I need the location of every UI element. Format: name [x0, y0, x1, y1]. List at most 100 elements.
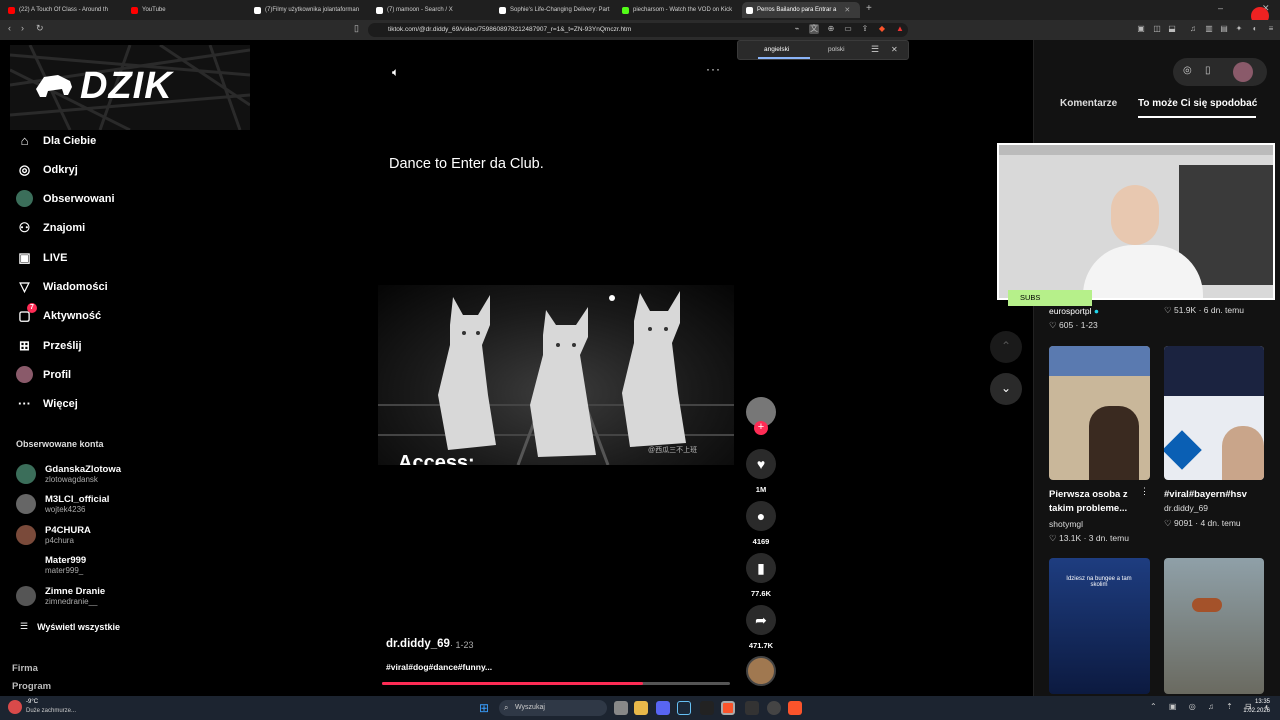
- footer-link-firma[interactable]: Firma: [12, 663, 38, 674]
- source-language-tab[interactable]: angielski: [764, 46, 789, 53]
- nav-live[interactable]: ▣ LIVE: [16, 249, 67, 266]
- nav-profil[interactable]: Profil: [16, 366, 71, 383]
- previous-video-button[interactable]: ⌃: [990, 331, 1022, 363]
- video-thumbnail[interactable]: Idziesz na bungee a tam skolim: [1049, 558, 1150, 694]
- item-title[interactable]: #viral#bayern#hsv: [1164, 488, 1272, 502]
- translate-icon[interactable]: 文: [809, 24, 819, 34]
- vpn-icon[interactable]: ◐: [1250, 24, 1260, 34]
- brave-icon[interactable]: [788, 701, 802, 715]
- tab-active[interactable]: Perros Bailando para Entrar a ✕: [742, 2, 860, 18]
- nav-odkryj[interactable]: ◎ Odkryj: [16, 161, 78, 178]
- nav-aktywnosc[interactable]: ▢ 7 Aktywność: [16, 303, 101, 324]
- video-author[interactable]: dr.diddy_69: [386, 638, 450, 650]
- device-icon[interactable]: ▯: [1205, 65, 1211, 76]
- obs-icon[interactable]: [767, 701, 781, 715]
- more-options-icon[interactable]: ···: [706, 62, 721, 76]
- user-avatar[interactable]: [1233, 62, 1253, 82]
- video-hashtags[interactable]: #viral#dog#dance#funny...: [386, 662, 492, 672]
- more-options-icon[interactable]: ⋮: [1140, 486, 1149, 497]
- target-language-tab[interactable]: polski: [828, 46, 845, 53]
- account-item[interactable]: Mater999 mater999_: [16, 555, 86, 575]
- youtube-icon: [8, 6, 15, 14]
- screen-icon[interactable]: ▭: [843, 24, 853, 34]
- nav-dla-ciebie[interactable]: ⌂ Dla Ciebie: [16, 132, 97, 149]
- more-icon: ···: [18, 396, 31, 411]
- account-item[interactable]: P4CHURA p4chura: [16, 525, 91, 545]
- video-thumbnail[interactable]: [1164, 346, 1264, 480]
- music-disc-icon[interactable]: [746, 656, 776, 686]
- forward-icon[interactable]: ›: [21, 23, 24, 33]
- file-explorer-icon[interactable]: [634, 701, 648, 715]
- rewards-icon[interactable]: ▲: [895, 24, 905, 34]
- logo[interactable]: DZIK: [10, 45, 250, 130]
- new-tab-button[interactable]: +: [866, 3, 872, 14]
- nav-obserwowani[interactable]: Obserwowani: [16, 190, 115, 207]
- weather-temp: -9°C: [26, 699, 39, 705]
- item-author[interactable]: shotymgl: [1049, 519, 1083, 529]
- share-button[interactable]: ➦: [746, 605, 776, 635]
- nav-wiecej[interactable]: ··· Więcej: [16, 395, 78, 412]
- nav-wiadomosci[interactable]: ▽ Wiadomości: [16, 278, 108, 295]
- menu-icon[interactable]: ≡: [1266, 24, 1276, 34]
- item-title[interactable]: Pierwsza osoba z takim probleme...: [1049, 488, 1145, 516]
- download-icon[interactable]: ⬓: [1167, 24, 1177, 34]
- weather-icon[interactable]: [8, 700, 22, 714]
- account-item[interactable]: GdanskaZlotowa zlotowagdansk: [16, 464, 121, 484]
- sidebar-toggle-icon[interactable]: ▥: [1204, 24, 1214, 34]
- close-tab-icon[interactable]: ✕: [844, 6, 850, 14]
- video-player[interactable]: Access: @西瓜三不上班: [378, 285, 734, 465]
- compass-icon[interactable]: ◎: [1183, 65, 1192, 76]
- webcam-frame-top: [999, 145, 1273, 155]
- back-icon[interactable]: ‹: [8, 23, 11, 33]
- tab-1[interactable]: (22) A Touch Of Class - Around th: [4, 2, 126, 18]
- steam-icon[interactable]: [677, 701, 691, 715]
- panel-toolbar: ◎ ▯: [1173, 58, 1267, 86]
- item-author[interactable]: eurosportpl ●: [1049, 306, 1099, 316]
- windows-start-icon[interactable]: ⊞: [479, 701, 489, 715]
- item-stats: ♡ 9091 · 4 dn. temu: [1164, 518, 1241, 528]
- account-item[interactable]: Zimne Dranie zimnedranie__: [16, 586, 105, 606]
- zoom-icon[interactable]: ⊕: [826, 24, 836, 34]
- next-video-button[interactable]: ⌄: [990, 373, 1022, 405]
- like-button[interactable]: ♥: [746, 449, 776, 479]
- volume-icon[interactable]: 🔈︎: [392, 65, 399, 80]
- nav-znajomi[interactable]: ⚇ Znajomi: [16, 219, 86, 236]
- cast-icon[interactable]: ⌁: [792, 24, 802, 34]
- comment-button[interactable]: ●: [746, 501, 776, 531]
- footer-link-program[interactable]: Program: [12, 681, 51, 692]
- puzzle-icon[interactable]: ✦: [1234, 24, 1244, 34]
- tab-5[interactable]: Sophie's Life-Changing Delivery: Part: [495, 2, 615, 18]
- save-button[interactable]: ▮: [746, 553, 776, 583]
- follow-plus-icon[interactable]: +: [754, 421, 768, 435]
- tab-recommended[interactable]: To może Ci się spodobać: [1138, 98, 1257, 109]
- show-all-link[interactable]: ☰ Wyświetl wszystkie: [20, 621, 120, 632]
- reading-list-icon[interactable]: ▤: [1219, 24, 1229, 34]
- minimize-button[interactable]: –: [1218, 3, 1223, 13]
- reload-icon[interactable]: ↻: [36, 23, 44, 34]
- nav-przeslij[interactable]: ⊞ Prześlij: [16, 337, 81, 354]
- video-thumbnail[interactable]: [1164, 558, 1264, 694]
- brave-taskbar-icon[interactable]: [721, 701, 735, 715]
- brave-shield-icon[interactable]: ◆: [877, 24, 887, 34]
- discord-icon[interactable]: [656, 701, 670, 715]
- tab-6[interactable]: piecharsom - Watch the VOD on Kick: [618, 2, 738, 18]
- task-view-icon[interactable]: [614, 701, 628, 715]
- account-item[interactable]: M3LCI_official wojtek4236: [16, 494, 109, 514]
- tab-3[interactable]: (7)Filmy użytkownika jolantaforman: [250, 2, 370, 18]
- video-thumbnail[interactable]: [1049, 346, 1150, 480]
- app-icon[interactable]: [745, 701, 759, 715]
- wallet-icon[interactable]: ◫: [1152, 24, 1162, 34]
- tab-komentarze[interactable]: Komentarze: [1060, 98, 1117, 109]
- options-icon[interactable]: ☰: [871, 44, 879, 55]
- app-icon[interactable]: [700, 701, 714, 715]
- item-author[interactable]: dr.diddy_69: [1164, 503, 1208, 513]
- close-icon[interactable]: ✕: [891, 45, 898, 54]
- tab-4[interactable]: (7) mamoon - Search / X: [372, 2, 492, 18]
- extension-icon[interactable]: ▣: [1136, 24, 1146, 34]
- bookmark-icon[interactable]: ▯: [354, 23, 359, 34]
- taskbar-search[interactable]: ⌕ Wyszukaj: [499, 700, 607, 716]
- music-icon[interactable]: ♫: [1188, 24, 1198, 34]
- tab-2[interactable]: YouTube: [127, 2, 247, 18]
- share-icon[interactable]: ⇪: [860, 24, 870, 34]
- video-progress-bar[interactable]: [382, 682, 730, 685]
